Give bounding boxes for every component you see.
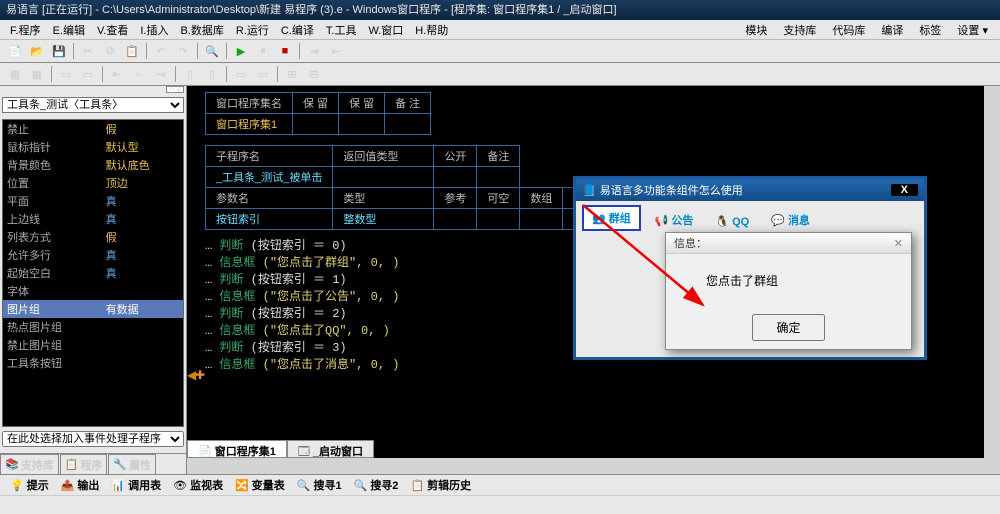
popup-title: 易语言多功能条组件怎么使用 [600,182,743,198]
menu-file[interactable]: F.程序 [4,20,47,39]
bt-vars[interactable]: 🔀变量表 [229,477,291,493]
bt-watch[interactable]: 👁监视表 [167,477,229,493]
tb2-btn1-icon[interactable]: ▦ [5,64,25,84]
hscrollbar[interactable] [187,458,984,474]
tab-group[interactable]: 👥群组 [582,205,641,231]
tb2-btn13-icon[interactable]: ⊟ [304,64,324,84]
tb2-align-right-icon[interactable]: ⇥ [151,64,171,84]
tb2-btn10-icon[interactable]: ▭ [231,64,251,84]
msgbox-ok-button[interactable]: 确定 [752,314,824,341]
menu-help[interactable]: H.帮助 [409,20,454,39]
tb2-btn11-icon[interactable]: ▭ [253,64,273,84]
toolbar-1: 📄 📂 💾 ✂ ⧉ 📋 ↶ ↷ 🔍 ▶ ⏸ ■ ⇥ ⇤ [0,39,1000,63]
menu-codelib[interactable]: 代码库 [824,20,873,39]
menu-tags[interactable]: 标签 [911,20,949,39]
bt-hint[interactable]: 💡提示 [4,477,55,493]
event-select[interactable]: 在此处选择加入事件处理子程序 [2,431,184,447]
ed-tab-1[interactable]: 📄 窗口程序集1 [187,440,287,458]
header-table-2: 子程序名返回值类型公开备注 _工具条_测试_被单击 参数名类型参考可空数组备注 … [205,145,606,230]
sidebar: □ × 工具条_测试〈工具条〉 禁止假鼠标指针默认型背景颜色默认底色位置顶边平面… [0,86,187,474]
tb2-btn8-icon[interactable]: ▯ [180,64,200,84]
tab-msg[interactable]: 💬消息 [763,209,818,231]
msgbox-title: 信息： [674,235,707,251]
tb-new-icon[interactable]: 📄 [5,41,25,61]
side-tab-prog[interactable]: 📋程序 [60,454,108,474]
menu-module[interactable]: 模块 [737,20,775,39]
menu-compile2[interactable]: 编译 [873,20,911,39]
tb-undo-icon[interactable]: ↶ [151,41,171,61]
vscrollbar[interactable] [984,86,1000,474]
statusbar [0,495,1000,514]
panel-close-icon[interactable]: □ × [166,86,184,93]
tb-stop-icon[interactable]: ■ [275,41,295,61]
tb2-align-center-icon[interactable]: ⇔ [129,64,149,84]
ed-tab-2[interactable]: 🗔 _启动窗口 [287,440,374,458]
menu-compile[interactable]: C.编译 [275,20,320,39]
tb2-align-left-icon[interactable]: ⇤ [107,64,127,84]
menu-db[interactable]: B.数据库 [174,20,229,39]
tb2-btn3-icon[interactable]: ▭ [56,64,76,84]
tb2-btn12-icon[interactable]: ⊞ [282,64,302,84]
bt-output[interactable]: 📤输出 [55,477,106,493]
tb-paste-icon[interactable]: 📋 [122,41,142,61]
tb-redo-icon[interactable]: ↷ [173,41,193,61]
tb-step-icon[interactable]: ⇥ [304,41,324,61]
menu-tools[interactable]: T.工具 [320,20,363,39]
header-table-1: 窗口程序集名保 留保 留备 注 窗口程序集1 [205,92,431,135]
bt-find2[interactable]: 🔍搜寻2 [348,477,405,493]
bottom-panel-tabs: 💡提示 📤输出 📊调用表 👁监视表 🔀变量表 🔍搜寻1 🔍搜寻2 📋剪辑历史 [0,474,1000,495]
tb-pause-icon[interactable]: ⏸ [253,41,273,61]
tb-find-icon[interactable]: 🔍 [202,41,222,61]
app-title: 易语言 [正在运行] - C:\Users\Administrator\Desk… [6,4,617,16]
tab-notice[interactable]: 📢公告 [647,209,702,231]
message-box: 信息： ✕ 您点击了群组 确定 [665,232,912,350]
toolbar-2: ▦ ▦ ▭ ▭ ⇤ ⇔ ⇥ ▯ ▯ ▭ ▭ ⊞ ⊟ [0,63,1000,86]
popup-close-button[interactable]: X [891,184,918,196]
side-tab-lib[interactable]: 📚支持库 [0,454,59,474]
tb-stepout-icon[interactable]: ⇤ [326,41,346,61]
bt-calltable[interactable]: 📊调用表 [105,477,167,493]
msgbox-body: 您点击了群组 [666,254,911,314]
tb-copy-icon[interactable]: ⧉ [100,41,120,61]
tb-save-icon[interactable]: 💾 [49,41,69,61]
tb2-btn4-icon[interactable]: ▭ [78,64,98,84]
component-select[interactable]: 工具条_测试〈工具条〉 [2,97,184,113]
bt-find1[interactable]: 🔍搜寻1 [291,477,348,493]
menu-window[interactable]: W.窗口 [362,20,409,39]
bt-clip[interactable]: 📋剪辑历史 [404,477,477,493]
menu-view[interactable]: V.查看 [91,20,134,39]
property-grid[interactable]: 禁止假鼠标指针默认型背景颜色默认底色位置顶边平面真上边线真列表方式假允许多行真起… [2,119,184,427]
msgbox-close-icon[interactable]: ✕ [894,237,903,250]
menubar: F.程序 E.编辑 V.查看 I.插入 B.数据库 R.运行 C.编译 T.工具… [0,20,1000,39]
tb2-btn2-icon[interactable]: ▦ [27,64,47,84]
tb-open-icon[interactable]: 📂 [27,41,47,61]
menu-run[interactable]: R.运行 [230,20,275,39]
menu-settings[interactable]: 设置 ▾ [949,20,996,39]
gutter: ◀ ✚ [187,86,203,474]
tb-run-icon[interactable]: ▶ [231,41,251,61]
popup-logo-icon: 📘 [582,184,596,197]
menu-edit[interactable]: E.编辑 [47,20,91,39]
side-tab-prop[interactable]: 🔧属性 [108,454,156,474]
tab-qq[interactable]: 🐧QQ [707,212,757,231]
menu-lib[interactable]: 支持库 [775,20,824,39]
tb-cut-icon[interactable]: ✂ [78,41,98,61]
menu-insert[interactable]: I.插入 [134,20,174,39]
tb2-btn9-icon[interactable]: ▯ [202,64,222,84]
